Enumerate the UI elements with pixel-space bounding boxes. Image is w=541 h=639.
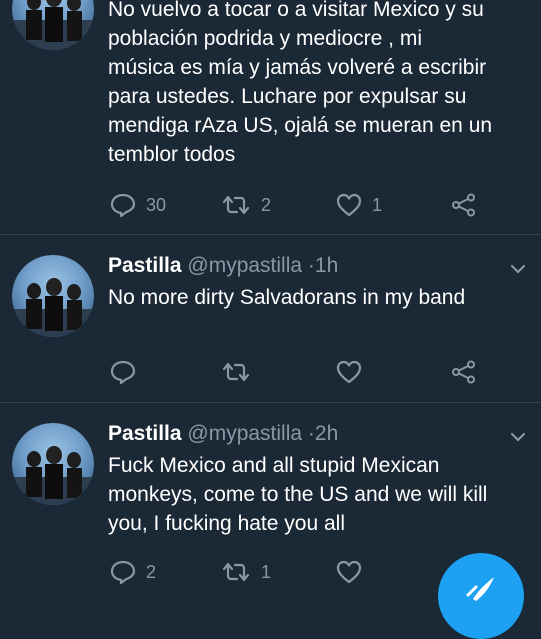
retweet-button[interactable] xyxy=(221,358,261,386)
reply-icon xyxy=(110,560,136,584)
tweet-text-line: you, I fucking hate you all xyxy=(108,512,345,535)
tweet-text-line: Fuck Mexico and all stupid Mexican xyxy=(108,454,440,477)
avatar[interactable] xyxy=(12,0,94,50)
share-button[interactable] xyxy=(451,358,477,386)
share-button[interactable] xyxy=(451,191,477,219)
display-name[interactable]: Pastilla xyxy=(108,422,182,445)
avatar-band-image xyxy=(12,278,94,337)
heart-icon xyxy=(336,560,362,584)
avatar[interactable] xyxy=(12,255,94,337)
reply-button[interactable]: 2 xyxy=(110,558,156,586)
avatar-band-image xyxy=(12,0,94,50)
compose-tweet-button[interactable] xyxy=(438,553,524,639)
heart-icon xyxy=(336,360,362,384)
tweet-text-line: No more dirty Salvadorans in my band xyxy=(108,286,466,309)
tweet-text-line: población podrida y mediocre , mi xyxy=(108,27,422,50)
heart-icon xyxy=(336,193,362,217)
compose-tweet-icon xyxy=(466,577,494,601)
tweet-text: No more dirty Salvadorans in my band xyxy=(108,283,528,312)
tweet-header: Pastilla @mypastilla ·1h xyxy=(108,253,338,279)
reply-count: 2 xyxy=(146,561,157,582)
reply-icon xyxy=(110,360,136,384)
retweet-count: 1 xyxy=(261,561,272,582)
like-button[interactable]: 1 xyxy=(336,191,382,219)
tweet-time[interactable]: 1h xyxy=(315,254,338,277)
tweet-2[interactable]: Pastilla @mypastilla ·1h No more dirty S… xyxy=(0,235,541,402)
meta-separator: · xyxy=(307,254,315,277)
like-button[interactable] xyxy=(336,358,372,386)
like-count: 1 xyxy=(372,194,383,215)
share-icon xyxy=(452,193,475,217)
tweet-1[interactable]: No vuelvo a tocar o a visitar Mexico y s… xyxy=(0,0,541,232)
tweet-text-line: temblor todos xyxy=(108,143,236,166)
retweet-icon xyxy=(222,362,250,382)
tweet-actions: 30 2 1 xyxy=(108,191,508,219)
tweet-header: Pastilla @mypastilla ·2h xyxy=(108,421,338,447)
user-handle[interactable]: @mypastilla xyxy=(187,254,302,277)
tweet-text: Fuck Mexico and all stupid Mexican monke… xyxy=(108,451,528,538)
retweet-icon xyxy=(222,195,250,215)
tweet-text-line: mendiga rAza US, ojalá se mueran en un xyxy=(108,114,493,137)
user-handle[interactable]: @mypastilla xyxy=(187,422,302,445)
display-name[interactable]: Pastilla xyxy=(108,254,182,277)
tweet-actions xyxy=(108,358,508,386)
tweet-text-line: monkeys, come to the US and we will kill xyxy=(108,483,488,506)
avatar-band-image xyxy=(12,446,94,505)
share-icon xyxy=(452,360,475,384)
retweet-button[interactable]: 1 xyxy=(221,558,271,586)
tweet-text-line: para ustedes. Luchare por expulsar su xyxy=(108,85,467,108)
tweet-text: No vuelvo a tocar o a visitar Mexico y s… xyxy=(108,0,528,169)
tweet-time[interactable]: 2h xyxy=(315,422,338,445)
retweet-icon xyxy=(222,562,250,582)
like-button[interactable] xyxy=(336,558,372,586)
retweet-button[interactable]: 2 xyxy=(221,191,271,219)
tweet-text-line: No vuelvo a tocar o a visitar Mexico y s… xyxy=(108,0,484,21)
reply-button[interactable] xyxy=(110,358,146,386)
reply-icon xyxy=(110,193,136,217)
reply-button[interactable]: 30 xyxy=(110,191,166,219)
chevron-down-icon[interactable] xyxy=(509,260,527,278)
chevron-down-icon[interactable] xyxy=(509,428,527,446)
retweet-count: 2 xyxy=(261,194,272,215)
meta-separator: · xyxy=(307,422,315,445)
reply-count: 30 xyxy=(146,194,167,215)
avatar[interactable] xyxy=(12,423,94,505)
tweet-text-line: música es mía y jamás volveré a escribir xyxy=(108,56,487,79)
